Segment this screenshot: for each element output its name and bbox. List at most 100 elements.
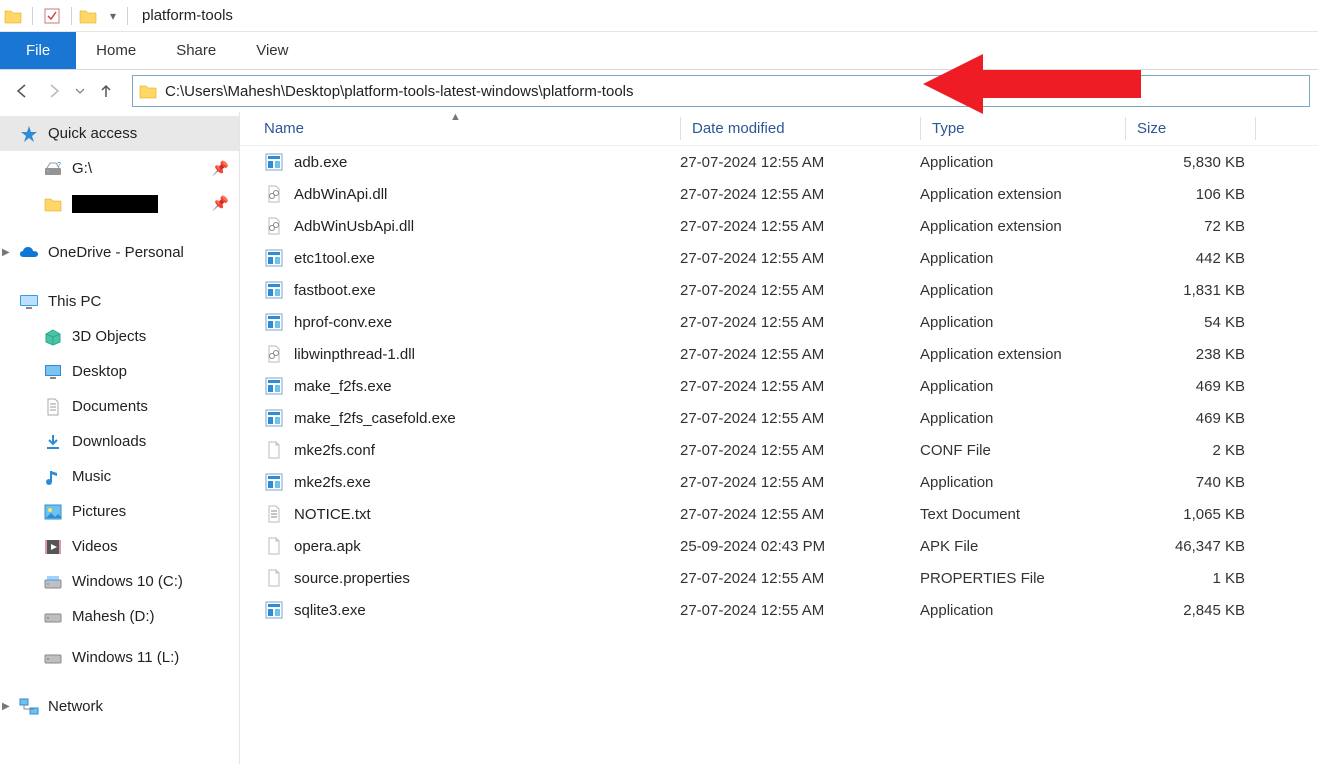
sidebar-item-redacted[interactable]: 📌 xyxy=(0,186,239,221)
file-date: 27-07-2024 12:55 AM xyxy=(680,442,920,459)
pin-icon: 📌 xyxy=(212,160,229,177)
file-name: sqlite3.exe xyxy=(294,602,366,619)
back-button[interactable] xyxy=(8,77,36,105)
network-icon xyxy=(18,697,40,717)
chevron-right-icon[interactable]: ▶ xyxy=(2,247,10,258)
sidebar-item-label: Documents xyxy=(72,398,148,415)
file-name: AdbWinUsbApi.dll xyxy=(294,218,414,235)
main: Quick access ? G:\ 📌 📌 ▶ OneDrive - Pers… xyxy=(0,112,1318,764)
ribbon-tab-view[interactable]: View xyxy=(236,32,308,69)
separator xyxy=(127,7,128,25)
file-type: Application xyxy=(920,314,1125,331)
sidebar-item-pictures[interactable]: Pictures xyxy=(0,494,239,529)
recent-dropdown[interactable] xyxy=(72,77,88,105)
ribbon-tab-share[interactable]: Share xyxy=(156,32,236,69)
file-size: 46,347 KB xyxy=(1125,538,1255,555)
file-name: source.properties xyxy=(294,570,410,587)
separator xyxy=(32,7,33,25)
table-row[interactable]: AdbWinApi.dll27-07-2024 12:55 AMApplicat… xyxy=(240,178,1318,210)
sidebar-item-mahesh[interactable]: Mahesh (D:) xyxy=(0,599,239,634)
sidebar-onedrive[interactable]: ▶ OneDrive - Personal xyxy=(0,235,239,270)
file-size: 469 KB xyxy=(1125,378,1255,395)
file-size: 2,845 KB xyxy=(1125,602,1255,619)
sidebar-item-win11[interactable]: Windows 11 (L:) xyxy=(0,640,239,675)
cube-icon xyxy=(42,327,64,347)
file-size: 740 KB xyxy=(1125,474,1255,491)
sidebar-quick-access[interactable]: Quick access xyxy=(0,116,239,151)
file-type: Application extension xyxy=(920,186,1125,203)
window-title: platform-tools xyxy=(142,7,233,24)
file-type: Application xyxy=(920,250,1125,267)
ribbon-tab-file[interactable]: File xyxy=(0,32,76,69)
sidebar[interactable]: Quick access ? G:\ 📌 📌 ▶ OneDrive - Pers… xyxy=(0,112,240,764)
table-row[interactable]: AdbWinUsbApi.dll27-07-2024 12:55 AMAppli… xyxy=(240,210,1318,242)
sidebar-item-label: 3D Objects xyxy=(72,328,146,345)
cloud-icon xyxy=(18,243,40,263)
table-row[interactable]: sqlite3.exe27-07-2024 12:55 AMApplicatio… xyxy=(240,594,1318,626)
file-icon xyxy=(264,152,284,172)
file-icon xyxy=(264,312,284,332)
file-type: Text Document xyxy=(920,506,1125,523)
table-row[interactable]: libwinpthread-1.dll27-07-2024 12:55 AMAp… xyxy=(240,338,1318,370)
file-type: Application xyxy=(920,410,1125,427)
sidebar-item-gdrive[interactable]: ? G:\ 📌 xyxy=(0,151,239,186)
file-date: 27-07-2024 12:55 AM xyxy=(680,378,920,395)
file-type: Application xyxy=(920,282,1125,299)
sidebar-item-documents[interactable]: Documents xyxy=(0,389,239,424)
address-bar[interactable]: C:\Users\Mahesh\Desktop\platform-tools-l… xyxy=(132,75,1310,107)
file-list[interactable]: ▲ Name Date modified Type Size adb.exe27… xyxy=(240,112,1318,764)
file-size: 72 KB xyxy=(1125,218,1255,235)
folder-icon[interactable] xyxy=(79,8,97,24)
ribbon-tab-home[interactable]: Home xyxy=(76,32,156,69)
file-name: mke2fs.exe xyxy=(294,474,371,491)
file-size: 2 KB xyxy=(1125,442,1255,459)
folder-icon xyxy=(4,8,22,24)
file-date: 27-07-2024 12:55 AM xyxy=(680,346,920,363)
sidebar-item-label: Downloads xyxy=(72,433,146,450)
table-row[interactable]: NOTICE.txt27-07-2024 12:55 AMText Docume… xyxy=(240,498,1318,530)
sidebar-item-downloads[interactable]: Downloads xyxy=(0,424,239,459)
qat-properties-icon[interactable] xyxy=(40,4,64,28)
column-headers: ▲ Name Date modified Type Size xyxy=(240,112,1318,146)
sidebar-network[interactable]: ▶ Network xyxy=(0,689,239,724)
file-date: 27-07-2024 12:55 AM xyxy=(680,570,920,587)
file-size: 442 KB xyxy=(1125,250,1255,267)
file-size: 1 KB xyxy=(1125,570,1255,587)
download-icon xyxy=(42,432,64,452)
sidebar-item-3dobjects[interactable]: 3D Objects xyxy=(0,319,239,354)
table-row[interactable]: mke2fs.exe27-07-2024 12:55 AMApplication… xyxy=(240,466,1318,498)
table-row[interactable]: opera.apk25-09-2024 02:43 PMAPK File46,3… xyxy=(240,530,1318,562)
file-icon xyxy=(264,376,284,396)
table-row[interactable]: source.properties27-07-2024 12:55 AMPROP… xyxy=(240,562,1318,594)
file-type: Application xyxy=(920,154,1125,171)
qat-dropdown-icon[interactable]: ▾ xyxy=(106,9,120,23)
file-size: 1,065 KB xyxy=(1125,506,1255,523)
sidebar-item-videos[interactable]: Videos xyxy=(0,529,239,564)
chevron-right-icon[interactable]: ▶ xyxy=(2,701,10,712)
table-row[interactable]: make_f2fs.exe27-07-2024 12:55 AMApplicat… xyxy=(240,370,1318,402)
up-button[interactable] xyxy=(92,77,120,105)
table-row[interactable]: mke2fs.conf27-07-2024 12:55 AMCONF File2… xyxy=(240,434,1318,466)
file-size: 469 KB xyxy=(1125,410,1255,427)
file-type: APK File xyxy=(920,538,1125,555)
file-size: 1,831 KB xyxy=(1125,282,1255,299)
forward-button[interactable] xyxy=(40,77,68,105)
column-header-date[interactable]: Date modified xyxy=(680,112,920,145)
sidebar-item-win10[interactable]: Windows 10 (C:) xyxy=(0,564,239,599)
sidebar-item-music[interactable]: Music xyxy=(0,459,239,494)
column-header-type[interactable]: Type xyxy=(920,112,1125,145)
table-row[interactable]: make_f2fs_casefold.exe27-07-2024 12:55 A… xyxy=(240,402,1318,434)
sidebar-item-desktop[interactable]: Desktop xyxy=(0,354,239,389)
table-row[interactable]: fastboot.exe27-07-2024 12:55 AMApplicati… xyxy=(240,274,1318,306)
column-header-size[interactable]: Size xyxy=(1125,112,1255,145)
sidebar-this-pc[interactable]: This PC xyxy=(0,284,239,319)
table-row[interactable]: hprof-conv.exe27-07-2024 12:55 AMApplica… xyxy=(240,306,1318,338)
folder-icon xyxy=(42,194,64,214)
address-path[interactable]: C:\Users\Mahesh\Desktop\platform-tools-l… xyxy=(165,83,1303,100)
file-date: 27-07-2024 12:55 AM xyxy=(680,410,920,427)
file-name: make_f2fs.exe xyxy=(294,378,392,395)
file-date: 25-09-2024 02:43 PM xyxy=(680,538,920,555)
table-row[interactable]: etc1tool.exe27-07-2024 12:55 AMApplicati… xyxy=(240,242,1318,274)
table-row[interactable]: adb.exe27-07-2024 12:55 AMApplication5,8… xyxy=(240,146,1318,178)
video-icon xyxy=(42,537,64,557)
